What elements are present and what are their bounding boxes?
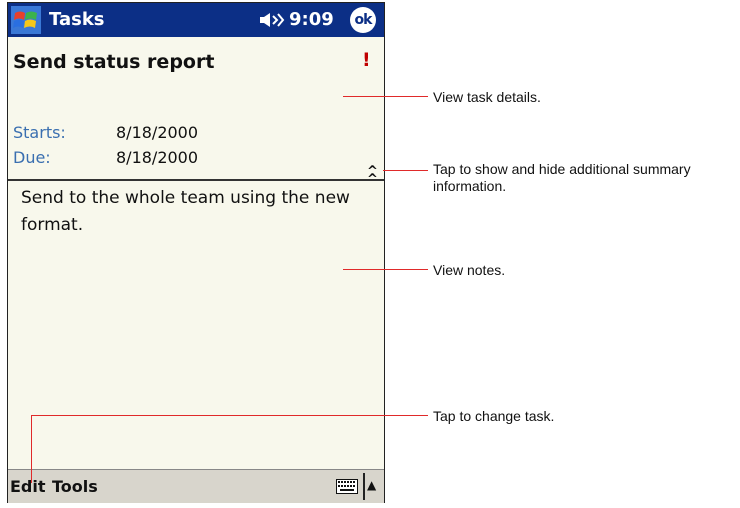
speaker-icon[interactable] [259,12,285,28]
title-bar: Tasks 9:09 ok [8,3,384,37]
callout-line-details [343,96,428,97]
summary-divider [8,179,384,181]
toggle-summary-icon[interactable]: ^ ^ [367,165,378,186]
callout-view-notes: View notes. [433,262,506,278]
callout-line-change [31,415,428,416]
app-title: Tasks [49,9,105,30]
callout-view-details: View task details. [433,89,541,105]
command-bar-separator [363,473,365,500]
callout-line-toggle [383,170,428,171]
command-bar: Edit Tools ▲ [8,469,384,503]
task-notes[interactable]: Send to the whole team using the new for… [21,185,376,239]
task-subject: Send status report [13,51,215,73]
ok-button[interactable]: ok [350,7,376,33]
windows-start-icon[interactable] [11,6,41,34]
device-screen: Tasks 9:09 ok Send status report ! Start… [7,2,385,503]
due-value: 8/18/2000 [116,148,199,167]
callout-line-notes [343,269,428,270]
starts-label: Starts: [13,123,66,142]
task-summary[interactable]: Send status report ! Starts: 8/18/2000 D… [8,37,384,186]
sip-arrow-icon[interactable]: ▲ [367,478,376,492]
edit-menu[interactable]: Edit [10,477,46,496]
due-label: Due: [13,148,51,167]
priority-icon: ! [362,49,371,71]
callout-toggle-summary: Tap to show and hide additional summary … [433,161,691,194]
keyboard-icon[interactable] [336,479,358,494]
callout-change-task: Tap to change task. [433,408,555,424]
tools-menu[interactable]: Tools [52,477,98,496]
callout-vline-change [31,415,32,483]
clock[interactable]: 9:09 [289,9,334,30]
starts-value: 8/18/2000 [116,123,199,142]
